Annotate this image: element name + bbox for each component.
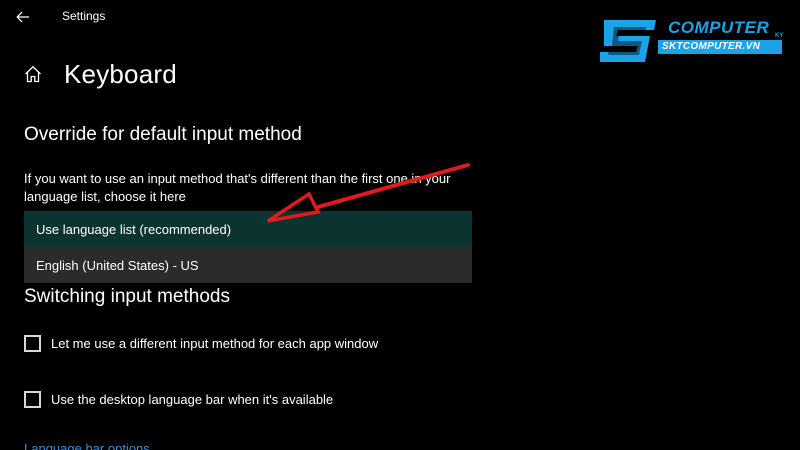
dropdown-option-language-list[interactable]: Use language list (recommended) [24, 211, 472, 247]
logo-brand-text: COMPUTER [668, 18, 770, 37]
sktcomputer-watermark-logo: COMPUTER KY SKTCOMPUTER.VN [600, 14, 792, 68]
checkbox-label-desktop-language-bar: Use the desktop language bar when it's a… [51, 392, 334, 407]
home-icon [25, 65, 41, 83]
home-button[interactable] [22, 63, 44, 85]
checkbox-icon[interactable] [24, 335, 41, 352]
back-button[interactable] [10, 6, 36, 28]
switching-section-title: Switching input methods [24, 286, 230, 307]
checkbox-row-per-app-input[interactable]: Let me use a different input method for … [24, 335, 378, 352]
input-method-dropdown-list[interactable]: Use language list (recommended) English … [24, 211, 472, 283]
page-title: Keyboard [64, 58, 177, 89]
logo-superscript: KY [775, 33, 784, 39]
back-arrow-icon [16, 11, 29, 23]
logo-url-text: SKTCOMPUTER.VN [662, 41, 761, 52]
settings-window: Settings Keyboard Override for default i… [0, 0, 800, 450]
language-bar-options-link[interactable]: Language bar options [24, 441, 150, 450]
checkbox-icon[interactable] [24, 391, 41, 408]
checkbox-row-desktop-language-bar[interactable]: Use the desktop language bar when it's a… [24, 391, 333, 408]
override-description: If you want to use an input method that'… [24, 171, 451, 204]
logo-s-mark-icon [600, 20, 656, 62]
window-title: Settings [62, 9, 106, 23]
override-section-title: Override for default input method [24, 124, 302, 145]
checkbox-label-per-app-input: Let me use a different input method for … [51, 336, 379, 351]
dropdown-option-english-us[interactable]: English (United States) - US [24, 247, 472, 283]
page-header: Keyboard [22, 56, 177, 92]
